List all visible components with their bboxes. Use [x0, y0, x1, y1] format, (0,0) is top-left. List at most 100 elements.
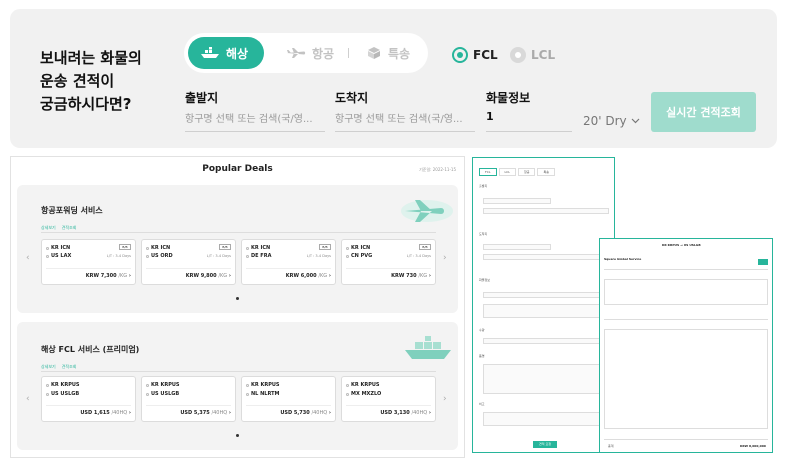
destination-text: US USLGB	[51, 391, 80, 397]
detail-link[interactable]: 상세보기	[41, 364, 56, 370]
price-unit: /KG	[118, 273, 128, 279]
mode-divider	[348, 48, 349, 58]
headline-line-3: 궁금하시다면?	[40, 95, 132, 113]
deal-card[interactable]: B/B KR ICN US LAX L/T : 3-4 Days KRW 7,3…	[41, 239, 136, 285]
destination-text: US LAX	[51, 253, 72, 259]
result-divider	[604, 269, 768, 270]
price-unit: /40HQ	[111, 410, 128, 416]
quote-request-form-panel: FCL LCL 항공 특송 출발지 도착지 화물정보 수량 품명 비고 견적 요…	[472, 157, 615, 453]
card-divider	[46, 268, 131, 269]
destination-text: DE FRA	[251, 253, 272, 259]
result-company: Square Global Service	[604, 257, 642, 261]
form-field-label: 비고	[479, 402, 485, 406]
radio-fcl[interactable]: FCL	[452, 47, 498, 63]
ship-icon	[201, 47, 219, 58]
quote-link[interactable]: 견적조회	[62, 225, 77, 231]
quantity-input[interactable]: 1	[486, 110, 572, 132]
form-input[interactable]	[483, 292, 609, 298]
card-destination: CN PVG	[346, 253, 372, 259]
origin-input[interactable]: 항구명 선택 또는 검색(국/영...	[185, 110, 325, 132]
card-origin: KR KRPUS	[46, 382, 80, 388]
mode-tab-express[interactable]: 특송	[354, 37, 424, 69]
prev-arrow-icon[interactable]: ‹	[26, 253, 30, 263]
card-divider	[346, 405, 431, 406]
mode-tab-sea[interactable]: 해상	[188, 37, 264, 69]
form-tab[interactable]: 항공	[517, 168, 536, 176]
form-input[interactable]	[483, 338, 609, 344]
mode-label-sea: 해상	[226, 46, 249, 61]
origin-text: KR ICN	[251, 245, 271, 251]
form-tab[interactable]: 특송	[537, 168, 555, 176]
radio-lcl-label: LCL	[531, 48, 556, 62]
destination-text: CN PVG	[351, 253, 373, 259]
section-title-sea-fcl: 해상 FCL 서비스 (프리미엄)	[41, 345, 140, 354]
destination-input[interactable]: 항구명 선택 또는 검색(국/영...	[335, 110, 475, 132]
box-icon	[368, 47, 380, 59]
card-destination: NL NLRTM	[246, 391, 280, 397]
realtime-quote-button[interactable]: 실시간 견적조회	[651, 92, 756, 132]
price-value: KRW 6,000	[285, 273, 317, 279]
container-type-value: 20' Dry	[583, 114, 627, 128]
result-divider	[604, 439, 768, 440]
search-headline: 보내려는 화물의 운송 견적이 궁금하시다면?	[40, 47, 190, 116]
form-field-label: 출발지	[479, 184, 488, 188]
price-unit: /40HQ	[411, 410, 428, 416]
form-input[interactable]	[483, 208, 609, 214]
form-input[interactable]	[483, 304, 609, 318]
total-value: KRW 8,000,000	[740, 444, 766, 448]
deal-card[interactable]: B/B KR ICN CN PVG L/T : 3-4 Days KRW 730…	[341, 239, 436, 285]
deal-card[interactable]: KR KRPUS MX MXZLO USD 3,130 /40HQ ›	[341, 376, 436, 422]
quote-link[interactable]: 견적조회	[62, 364, 77, 370]
result-route: KR KRPUS → US USLGB	[662, 243, 701, 247]
mode-tab-air[interactable]: 항공	[274, 37, 344, 69]
popular-deals-panel: Popular Deals 기준일: 2022-11-15 항공포워딩 서비스 …	[10, 156, 465, 458]
deal-card[interactable]: KR KRPUS US USLGB USD 5,375 /40HQ ›	[141, 376, 236, 422]
price-value: USD 5,375	[180, 410, 210, 416]
origin-text: KR KRPUS	[351, 382, 380, 388]
price-value: USD 3,130	[380, 410, 410, 416]
headline-line-1: 보내려는 화물의	[40, 49, 142, 67]
origin-text: KR ICN	[51, 245, 71, 251]
form-tab[interactable]: FCL	[479, 168, 497, 176]
select-button[interactable]	[758, 259, 768, 265]
form-input[interactable]	[483, 244, 551, 250]
price-value: KRW 7,300	[85, 273, 117, 279]
deal-card[interactable]: KR KRPUS US USLGB USD 1,615 /40HQ ›	[41, 376, 136, 422]
form-input[interactable]	[483, 198, 551, 204]
next-arrow-icon[interactable]: ›	[443, 394, 447, 404]
radio-lcl[interactable]: LCL	[510, 47, 555, 63]
price-value: KRW 9,800	[185, 273, 217, 279]
deal-card[interactable]: B/B KR ICN DE FRA L/T : 3-4 Days KRW 6,0…	[241, 239, 336, 285]
form-tab[interactable]: LCL	[498, 168, 516, 176]
origin-text: KR KRPUS	[51, 382, 80, 388]
deal-card[interactable]: B/B KR ICN US ORD L/T : 3-4 Days KRW 9,8…	[141, 239, 236, 285]
form-checklist[interactable]	[483, 364, 609, 394]
form-input[interactable]	[483, 254, 609, 260]
headline-line-2: 운송 견적이	[40, 72, 115, 90]
card-price: KRW 730 /KG ›	[391, 273, 431, 279]
card-price: KRW 7,300 /KG ›	[85, 273, 131, 279]
card-origin: KR ICN	[46, 245, 70, 251]
sea-deals-section: 해상 FCL 서비스 (프리미엄) 상세보기 견적조회 ‹ › KR KRPUS…	[17, 322, 458, 450]
card-divider	[46, 405, 131, 406]
deal-card[interactable]: KR KRPUS NL NLRTM USD 5,730 /40HQ ›	[241, 376, 336, 422]
card-destination: US ORD	[146, 253, 173, 259]
prev-arrow-icon[interactable]: ‹	[26, 394, 30, 404]
pagination-dot[interactable]	[236, 434, 239, 437]
submit-button[interactable]: 견적 요청	[533, 441, 557, 448]
form-textarea[interactable]	[483, 412, 609, 426]
card-origin: KR ICN	[246, 245, 270, 251]
container-type-select[interactable]: 20' Dry	[583, 110, 640, 132]
card-price: USD 1,615 /40HQ ›	[80, 410, 131, 416]
next-arrow-icon[interactable]: ›	[443, 253, 447, 263]
quote-result-panel: KR KRPUS → US USLGB Square Global Servic…	[599, 238, 773, 453]
lead-time: L/T : 3-4 Days	[106, 254, 131, 258]
card-destination: US LAX	[46, 253, 71, 259]
card-divider	[246, 405, 331, 406]
form-field-label: 도착지	[479, 232, 488, 236]
card-destination: MX MXZLO	[346, 391, 381, 397]
pagination-dot[interactable]	[236, 297, 239, 300]
origin-text: KR ICN	[151, 245, 171, 251]
detail-link[interactable]: 상세보기	[41, 225, 56, 231]
destination-text: US USLGB	[151, 391, 180, 397]
